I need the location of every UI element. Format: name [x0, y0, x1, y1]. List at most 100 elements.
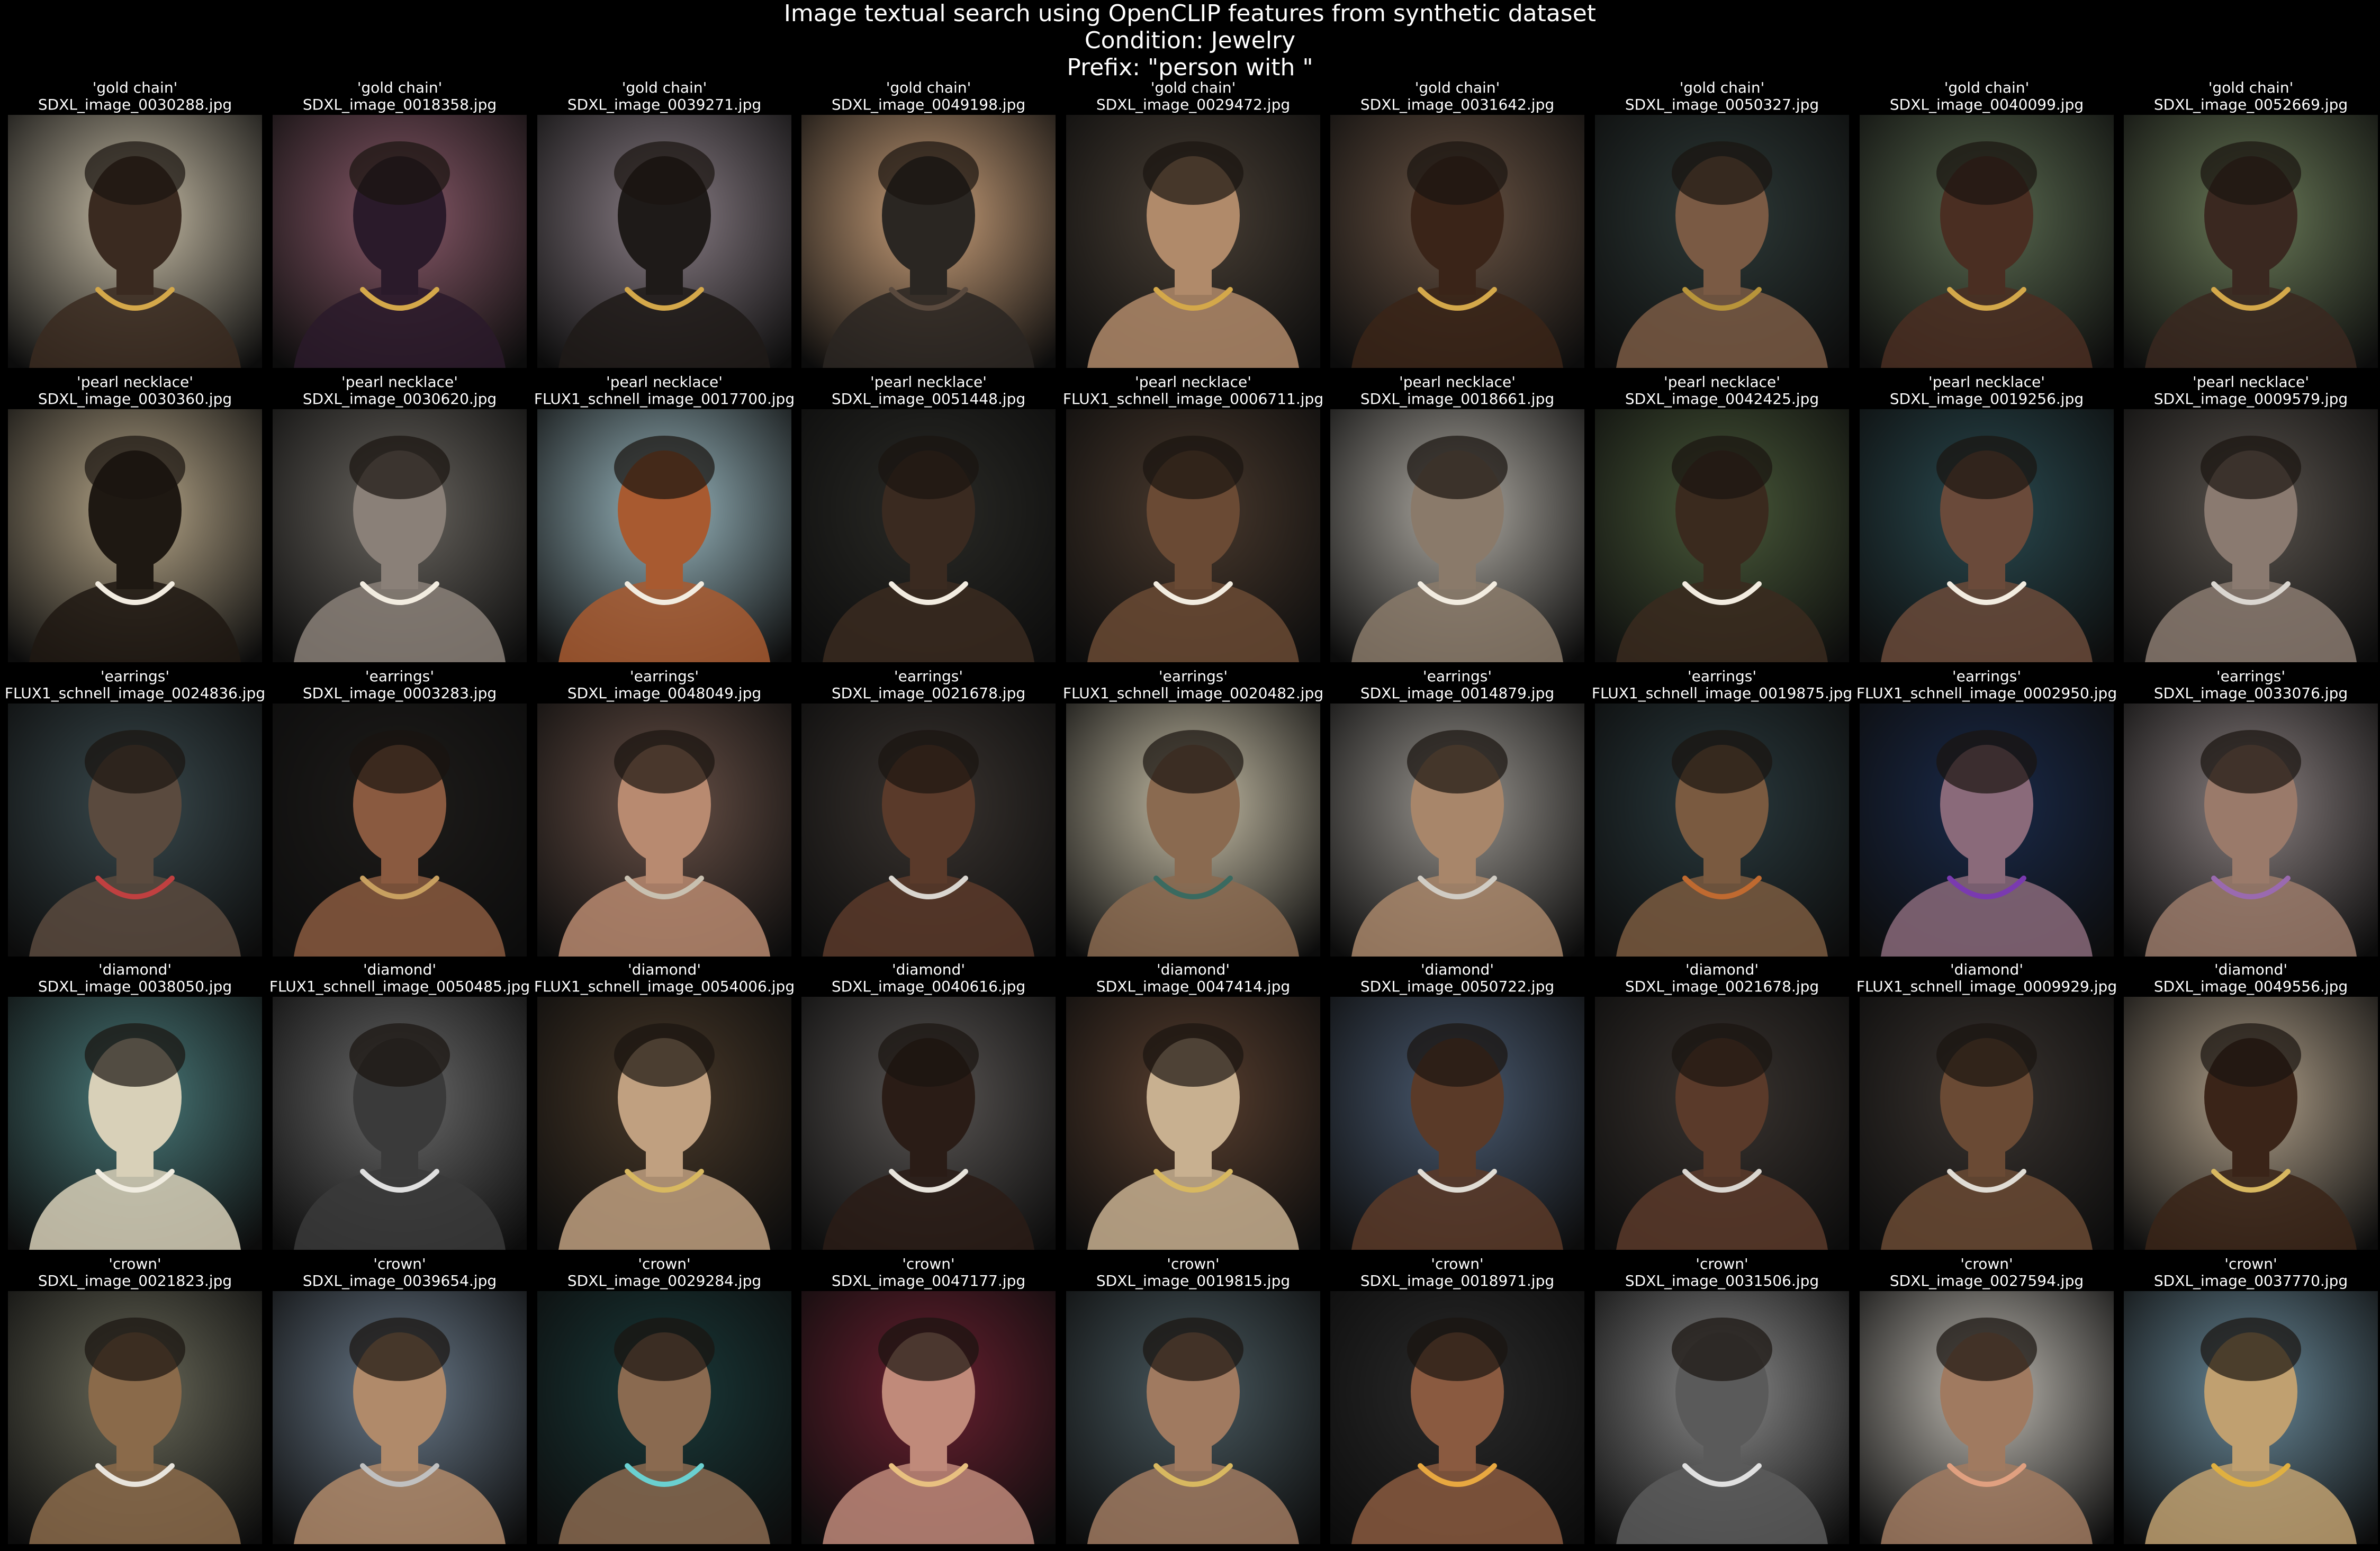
filename-label: SDXL_image_0030620.jpg	[302, 390, 497, 408]
filename-label: SDXL_image_0050722.jpg	[1360, 978, 1555, 995]
result-thumbnail[interactable]: 'pearl necklace' SDXL_image_0018661.jpg	[1330, 374, 1584, 662]
result-thumbnail[interactable]: 'diamond' SDXL_image_0021678.jpg	[1595, 961, 1849, 1250]
query-label: 'crown'	[2224, 1255, 2277, 1273]
result-thumbnail[interactable]: 'crown' SDXL_image_0018971.jpg	[1330, 1256, 1584, 1544]
result-thumbnail[interactable]: 'diamond' SDXL_image_0050722.jpg	[1330, 961, 1584, 1250]
result-thumbnail[interactable]: 'pearl necklace' SDXL_image_0030360.jpg	[8, 374, 262, 662]
filename-label: SDXL_image_0048049.jpg	[567, 684, 762, 702]
query-label: 'gold chain'	[2208, 79, 2294, 96]
filename-label: SDXL_image_0029284.jpg	[567, 1272, 762, 1290]
query-label: 'gold chain'	[1944, 79, 2030, 96]
query-label: 'crown'	[1167, 1255, 1220, 1273]
portrait-image	[273, 704, 527, 957]
query-label: 'crown'	[1960, 1255, 2013, 1273]
result-thumbnail[interactable]: 'crown' SDXL_image_0031506.jpg	[1595, 1256, 1849, 1544]
query-label: 'earrings'	[100, 668, 170, 685]
result-thumbnail[interactable]: 'pearl necklace' FLUX1_schnell_image_0017…	[534, 374, 795, 662]
result-thumbnail[interactable]: 'earrings' FLUX1_schnell_image_0019875.jp…	[1592, 668, 1852, 957]
filename-label: FLUX1_schnell_image_0054006.jpg	[534, 978, 795, 995]
result-thumbnail[interactable]: 'gold chain' SDXL_image_0018358.jpg	[273, 79, 527, 368]
portrait-image	[2124, 704, 2378, 957]
filename-label: SDXL_image_0014879.jpg	[1360, 684, 1555, 702]
query-label: 'crown'	[1696, 1255, 1748, 1273]
portrait-image	[8, 1291, 262, 1544]
result-thumbnail[interactable]: 'diamond' SDXL_image_0047414.jpg	[1066, 961, 1320, 1250]
query-label: 'pearl necklace'	[2193, 373, 2309, 391]
query-label: 'pearl necklace'	[1928, 373, 2045, 391]
result-thumbnail[interactable]: 'pearl necklace' SDXL_image_0019256.jpg	[1860, 374, 2114, 662]
portrait-image	[801, 115, 1056, 368]
result-thumbnail[interactable]: 'diamond' SDXL_image_0040616.jpg	[801, 961, 1056, 1250]
result-thumbnail[interactable]: 'gold chain' SDXL_image_0030288.jpg	[8, 79, 262, 368]
query-label: 'diamond'	[1156, 961, 1230, 978]
result-thumbnail[interactable]: 'gold chain' SDXL_image_0050327.jpg	[1595, 79, 1849, 368]
result-thumbnail[interactable]: 'diamond' FLUX1_schnell_image_0050485.jpg	[269, 961, 530, 1250]
query-label: 'gold chain'	[1679, 79, 1765, 96]
query-label: 'pearl necklace'	[341, 373, 458, 391]
filename-label: SDXL_image_0038050.jpg	[38, 978, 232, 995]
result-thumbnail[interactable]: 'earrings' SDXL_image_0048049.jpg	[537, 668, 791, 957]
result-thumbnail[interactable]: 'pearl necklace' SDXL_image_0009579.jpg	[2124, 374, 2378, 662]
filename-label: SDXL_image_0021823.jpg	[38, 1272, 232, 1290]
filename-label: SDXL_image_0030288.jpg	[38, 96, 232, 113]
result-thumbnail[interactable]: 'earrings' FLUX1_schnell_image_0024836.jp…	[5, 668, 265, 957]
result-thumbnail[interactable]: 'pearl necklace' SDXL_image_0030620.jpg	[273, 374, 527, 662]
query-label: 'gold chain'	[1414, 79, 1500, 96]
result-thumbnail[interactable]: 'gold chain' SDXL_image_0049198.jpg	[801, 79, 1056, 368]
query-label: 'crown'	[109, 1255, 161, 1273]
result-thumbnail[interactable]: 'earrings' FLUX1_schnell_image_0020482.jp…	[1063, 668, 1323, 957]
filename-label: SDXL_image_0049556.jpg	[2153, 978, 2348, 995]
query-label: 'crown'	[902, 1255, 955, 1273]
result-thumbnail[interactable]: 'pearl necklace' SDXL_image_0042425.jpg	[1595, 374, 1849, 662]
filename-label: SDXL_image_0049198.jpg	[831, 96, 1026, 113]
portrait-image	[1330, 409, 1584, 662]
portrait-image	[2124, 409, 2378, 662]
filename-label: FLUX1_schnell_image_0006711.jpg	[1062, 390, 1324, 408]
result-thumbnail[interactable]: 'crown' SDXL_image_0021823.jpg	[8, 1256, 262, 1544]
filename-label: SDXL_image_0019256.jpg	[1889, 390, 2084, 408]
result-thumbnail[interactable]: 'crown' SDXL_image_0037770.jpg	[2124, 1256, 2378, 1544]
query-label: 'diamond'	[1685, 961, 1759, 978]
result-thumbnail[interactable]: 'earrings' SDXL_image_0033076.jpg	[2124, 668, 2378, 957]
portrait-image	[1066, 409, 1320, 662]
filename-label: FLUX1_schnell_image_0002950.jpg	[1856, 684, 2117, 702]
query-label: 'diamond'	[627, 961, 701, 978]
result-thumbnail[interactable]: 'gold chain' SDXL_image_0039271.jpg	[537, 79, 791, 368]
query-label: 'diamond'	[98, 961, 172, 978]
result-thumbnail[interactable]: 'crown' SDXL_image_0029284.jpg	[537, 1256, 791, 1544]
query-label: 'crown'	[1431, 1255, 1484, 1273]
result-thumbnail[interactable]: 'gold chain' SDXL_image_0052669.jpg	[2124, 79, 2378, 368]
result-thumbnail[interactable]: 'crown' SDXL_image_0027594.jpg	[1860, 1256, 2114, 1544]
query-label: 'earrings'	[1158, 668, 1228, 685]
result-thumbnail[interactable]: 'pearl necklace' FLUX1_schnell_image_0006…	[1063, 374, 1323, 662]
portrait-image	[801, 1291, 1056, 1544]
result-thumbnail[interactable]: 'earrings' SDXL_image_0021678.jpg	[801, 668, 1056, 957]
portrait-image	[1860, 997, 2114, 1250]
result-thumbnail[interactable]: 'diamond' SDXL_image_0038050.jpg	[8, 961, 262, 1250]
portrait-image	[801, 704, 1056, 957]
portrait-image	[537, 704, 791, 957]
filename-label: SDXL_image_0019815.jpg	[1096, 1272, 1291, 1290]
result-thumbnail[interactable]: 'diamond' FLUX1_schnell_image_0054006.jpg	[534, 961, 795, 1250]
result-thumbnail[interactable]: 'crown' SDXL_image_0019815.jpg	[1066, 1256, 1320, 1544]
portrait-image	[273, 997, 527, 1250]
query-label: 'gold chain'	[886, 79, 971, 96]
filename-label: SDXL_image_0037770.jpg	[2153, 1272, 2348, 1290]
portrait-image	[1860, 115, 2114, 368]
result-thumbnail[interactable]: 'earrings' FLUX1_schnell_image_0002950.jp…	[1856, 668, 2117, 957]
filename-label: SDXL_image_0029472.jpg	[1096, 96, 1291, 113]
filename-label: SDXL_image_0040616.jpg	[831, 978, 1026, 995]
result-thumbnail[interactable]: 'crown' SDXL_image_0039654.jpg	[273, 1256, 527, 1544]
result-thumbnail[interactable]: 'gold chain' SDXL_image_0031642.jpg	[1330, 79, 1584, 368]
result-thumbnail[interactable]: 'diamond' SDXL_image_0049556.jpg	[2124, 961, 2378, 1250]
result-thumbnail[interactable]: 'earrings' SDXL_image_0014879.jpg	[1330, 668, 1584, 957]
result-thumbnail[interactable]: 'pearl necklace' SDXL_image_0051448.jpg	[801, 374, 1056, 662]
result-thumbnail[interactable]: 'gold chain' SDXL_image_0029472.jpg	[1066, 79, 1320, 368]
result-thumbnail[interactable]: 'earrings' SDXL_image_0003283.jpg	[273, 668, 527, 957]
portrait-image	[1330, 1291, 1584, 1544]
result-thumbnail[interactable]: 'gold chain' SDXL_image_0040099.jpg	[1860, 79, 2114, 368]
filename-label: SDXL_image_0003283.jpg	[302, 684, 497, 702]
filename-label: SDXL_image_0040099.jpg	[1889, 96, 2084, 113]
result-thumbnail[interactable]: 'diamond' FLUX1_schnell_image_0009929.jpg	[1856, 961, 2117, 1250]
result-thumbnail[interactable]: 'crown' SDXL_image_0047177.jpg	[801, 1256, 1056, 1544]
